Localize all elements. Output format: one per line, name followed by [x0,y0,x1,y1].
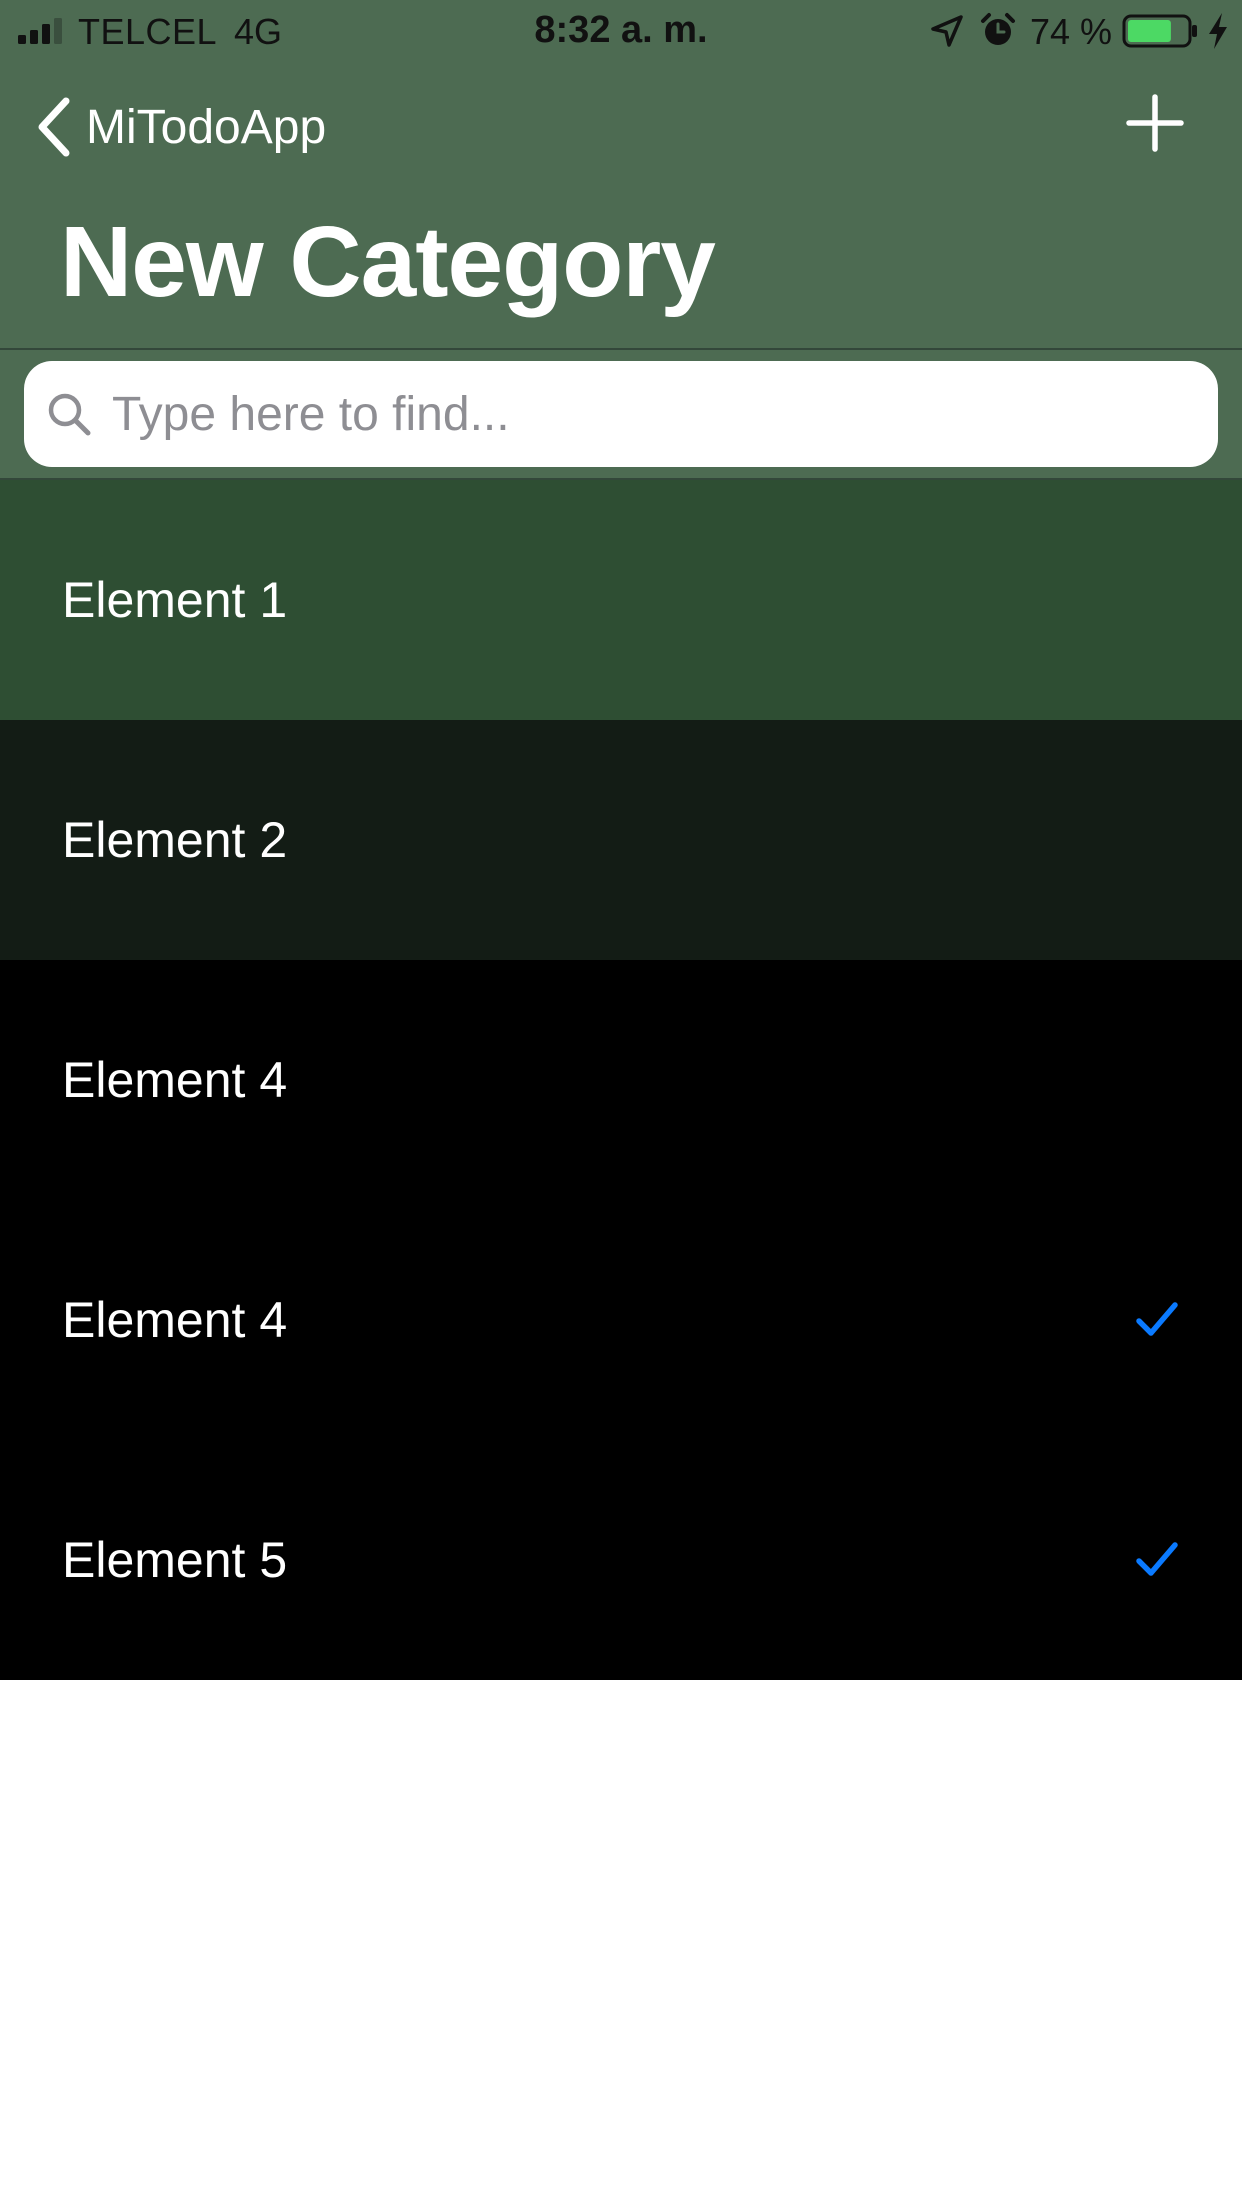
back-button-label: MiTodoApp [86,100,327,154]
list-item-element-5-checked[interactable]: Element 5 [0,1440,1242,1680]
list-item-label: Element 4 [62,1052,288,1108]
list-item-element-4-checked[interactable]: Element 4 [0,1200,1242,1440]
magnifying-glass-icon [48,393,91,436]
list-item-label: Element 4 [62,1292,288,1348]
location-arrow-icon [931,15,963,47]
status-bar: TELCEL 4G 8:32 a. m. 74 % [0,0,1242,62]
chevron-left-icon [38,97,70,157]
item-list: Element 1 Element 2 Element 4 Element 4 … [0,480,1242,1680]
navigation-header: TELCEL 4G 8:32 a. m. 74 % MiTodoApp New [0,0,1242,348]
search-bar [0,348,1242,480]
checkmark-icon [1136,1542,1178,1576]
battery-percentage: 74 % [1030,11,1113,52]
page-title: New Category [60,206,716,318]
alarm-icon [981,13,1015,45]
back-button[interactable]: MiTodoApp [34,92,326,162]
list-item-element-1[interactable]: Element 1 [0,480,1242,720]
list-item-element-4[interactable]: Element 4 [0,960,1242,1200]
battery-icon [1122,14,1197,48]
search-field[interactable] [24,361,1218,467]
plus-icon[interactable] [1124,92,1186,154]
list-item-element-2[interactable]: Element 2 [0,720,1242,960]
search-input[interactable] [112,361,1192,467]
list-item-label: Element 2 [62,812,288,868]
list-item-label: Element 1 [62,572,288,628]
checkmark-icon [1136,1302,1178,1336]
list-item-label: Element 5 [62,1532,288,1588]
charging-bolt-icon [1209,13,1227,49]
